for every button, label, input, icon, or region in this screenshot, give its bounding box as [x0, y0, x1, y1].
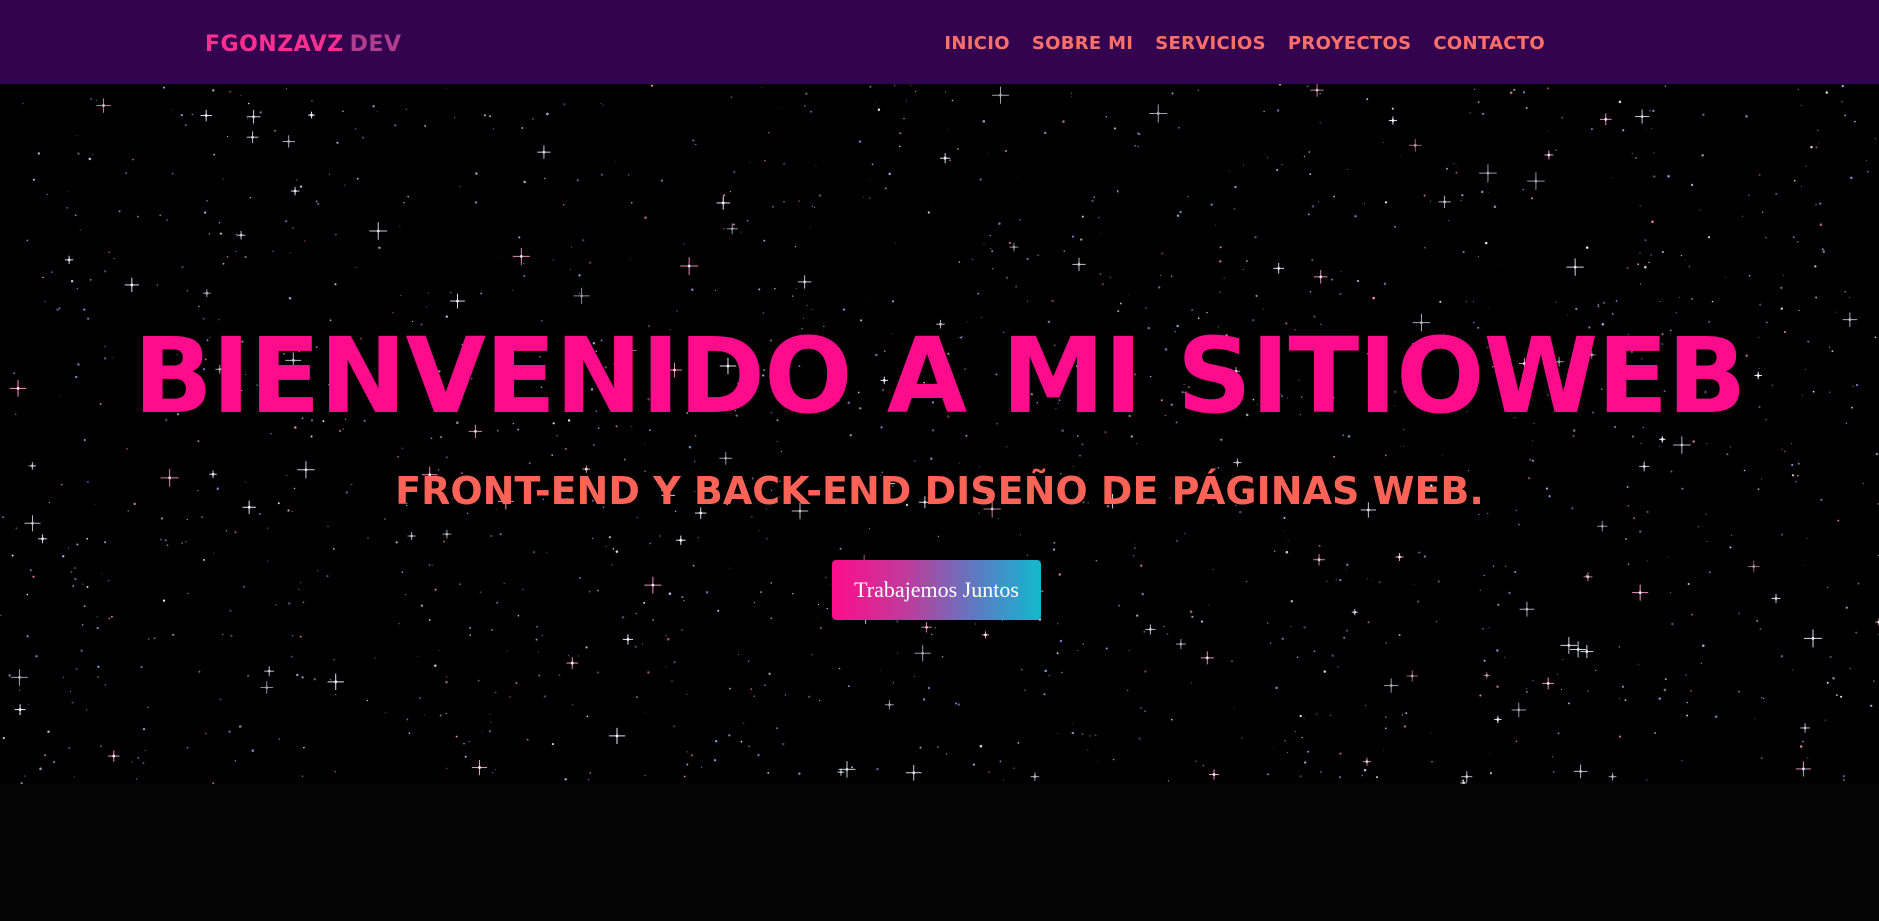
nav-link-proyectos[interactable]: PROYECTOS — [1288, 28, 1412, 60]
page-bottom-section — [0, 784, 1879, 921]
page: FGONZAVZ DEV INICIO SOBRE MI SERVICIOS PR… — [0, 0, 1879, 921]
nav-link-sobre-mi[interactable]: SOBRE MI — [1032, 28, 1133, 60]
nav-link-servicios[interactable]: SERVICIOS — [1155, 28, 1266, 60]
hero-section: BIENVENIDO A MI SITIOWEB FRONT-END Y BAC… — [0, 84, 1879, 784]
brand-logo[interactable]: FGONZAVZ DEV — [205, 28, 402, 62]
hero-title: BIENVENIDO A MI SITIOWEB — [133, 315, 1746, 437]
nav-link-inicio[interactable]: INICIO — [944, 28, 1009, 60]
brand-name: FGONZAVZ — [205, 32, 344, 57]
work-together-button[interactable]: Trabajemos Juntos — [832, 560, 1041, 620]
hero-subtitle: FRONT-END Y BACK-END DISEÑO DE PÁGINAS W… — [395, 469, 1484, 513]
brand-accent: DEV — [349, 32, 402, 57]
main-nav: INICIO SOBRE MI SERVICIOS PROYECTOS CONT… — [944, 28, 1545, 60]
nav-link-contacto[interactable]: CONTACTO — [1433, 28, 1545, 60]
navbar: FGONZAVZ DEV INICIO SOBRE MI SERVICIOS PR… — [0, 0, 1879, 84]
